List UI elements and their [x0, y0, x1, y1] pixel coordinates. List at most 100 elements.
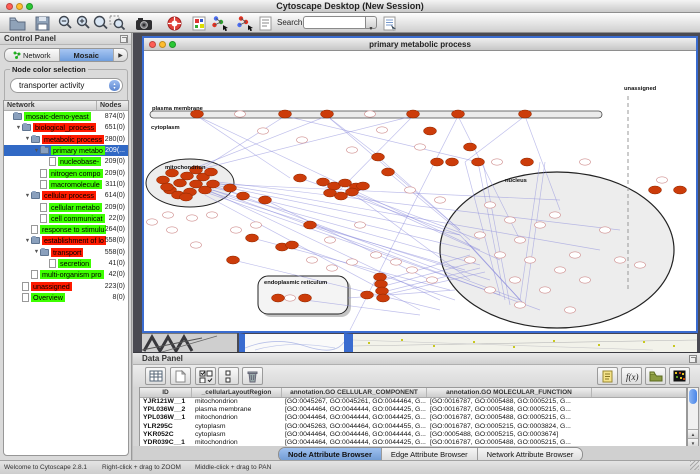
column-header-id[interactable]: ID	[140, 388, 192, 397]
network-node-small[interactable]	[535, 222, 546, 228]
tree-column-network[interactable]: Network	[4, 101, 97, 110]
tree-row[interactable]: nucleobase-209(0)	[4, 156, 128, 167]
table-row[interactable]: YPL036W__1mitochondrion[GO:0044464, GO:0…	[140, 414, 686, 422]
network-node[interactable]	[472, 158, 485, 166]
network-node-small[interactable]	[600, 227, 611, 233]
network-node-small[interactable]	[207, 212, 218, 218]
annotation-icon[interactable]	[257, 14, 273, 32]
network-node[interactable]	[519, 110, 532, 118]
network-node[interactable]	[237, 192, 250, 200]
network-node-small[interactable]	[635, 262, 646, 268]
network-node-small[interactable]	[550, 212, 561, 218]
network-node[interactable]	[279, 110, 292, 118]
network-node-small[interactable]	[377, 127, 388, 133]
network-node[interactable]	[372, 153, 385, 161]
network-node[interactable]	[357, 182, 370, 190]
attribute-matrix-small-button[interactable]	[218, 367, 239, 385]
scroll-up-button[interactable]: ▲	[688, 429, 698, 438]
expand-arrow-icon[interactable]: ▼	[24, 193, 31, 199]
network-node[interactable]	[521, 158, 534, 166]
network-node-small[interactable]	[355, 222, 366, 228]
network-node-small[interactable]	[235, 111, 246, 117]
network-edge[interactable]	[378, 157, 460, 230]
column-header-molecular-function[interactable]: annotation.GO MOLECULAR_FUNCTION	[427, 388, 592, 397]
network-overview-icon[interactable]	[191, 14, 207, 32]
network-node-small[interactable]	[415, 144, 426, 150]
new-attribute-button[interactable]	[170, 367, 191, 385]
heatmap-button[interactable]	[669, 367, 690, 385]
network-node[interactable]	[174, 179, 187, 187]
network-node-small[interactable]	[485, 287, 496, 293]
table-scrollbar[interactable]: ▲ ▼	[687, 387, 699, 448]
table-row[interactable]: YLR295Ccytoplasm[GO:0045263, GO:0044464,…	[140, 423, 686, 431]
network-node-small[interactable]	[580, 277, 591, 283]
network-edge[interactable]	[200, 116, 285, 170]
network-node-small[interactable]	[495, 252, 506, 258]
network-node-small[interactable]	[365, 111, 376, 117]
network-node-small[interactable]	[465, 257, 476, 263]
zoom-selected-button[interactable]	[108, 14, 127, 32]
network-node[interactable]	[304, 221, 317, 229]
network-node[interactable]	[431, 158, 444, 166]
save-button[interactable]	[33, 14, 51, 32]
network-node-small[interactable]	[325, 237, 336, 243]
network-node-small[interactable]	[580, 159, 591, 165]
expand-arrow-icon[interactable]: ▼	[24, 238, 31, 244]
network-node-small[interactable]	[163, 212, 174, 218]
tab-mosaic[interactable]: Mosaic	[60, 49, 115, 61]
network-node-small[interactable]	[525, 257, 536, 263]
network-node-small[interactable]	[347, 147, 358, 153]
network-node[interactable]	[649, 186, 662, 194]
table-row[interactable]: YJR121W__1mitochondrion[GO:0045267, GO:0…	[140, 398, 686, 406]
column-header-region[interactable]: _cellularLayoutRegion	[192, 388, 282, 397]
search-dropdown-button[interactable]	[365, 16, 377, 29]
network-node-small[interactable]	[251, 222, 262, 228]
network-node[interactable]	[321, 110, 334, 118]
attribute-matrix-button[interactable]	[195, 367, 216, 385]
zoom-in-button[interactable]	[74, 14, 92, 32]
network-node-small[interactable]	[297, 137, 308, 143]
expand-arrow-icon[interactable]: ▼	[33, 249, 40, 255]
tree-row[interactable]: ▼biological_process651(0)	[4, 122, 128, 133]
scrollbar-thumb[interactable]	[689, 389, 697, 404]
network-node[interactable]	[346, 188, 359, 196]
data-panel-float-icon[interactable]	[689, 355, 697, 363]
network-node[interactable]	[464, 143, 477, 151]
network-node-small[interactable]	[191, 242, 202, 248]
open-file-button[interactable]	[8, 14, 26, 32]
network-window-titlebar[interactable]: primary metabolic process	[144, 38, 696, 51]
network-node-small[interactable]	[405, 187, 416, 193]
network-node-small[interactable]	[540, 287, 551, 293]
network-edge[interactable]	[195, 116, 327, 168]
network-node-small[interactable]	[187, 215, 198, 221]
network-node-small[interactable]	[510, 277, 521, 283]
table-row[interactable]: YKR052Ccytoplasm[GO:0044464, GO:0044446,…	[140, 431, 686, 439]
network-node-small[interactable]	[515, 302, 526, 308]
tab-overflow-button[interactable]: ▶	[114, 49, 127, 61]
search-input[interactable]	[303, 16, 365, 29]
network-node-small[interactable]	[475, 232, 486, 238]
network-node[interactable]	[407, 110, 420, 118]
background-window-1[interactable]	[142, 333, 237, 352]
network-node[interactable]	[286, 241, 299, 249]
import-table-icon[interactable]	[382, 14, 398, 32]
network-node-small[interactable]	[407, 267, 418, 273]
import-attributes-folder-button[interactable]	[645, 367, 666, 385]
network-node-small[interactable]	[147, 219, 158, 225]
network-node-small[interactable]	[258, 128, 269, 134]
network-node-small[interactable]	[347, 259, 358, 265]
network-node-small[interactable]	[371, 252, 382, 258]
network-node[interactable]	[207, 180, 220, 188]
expand-arrow-icon[interactable]: ▼	[24, 136, 31, 142]
tree-row[interactable]: ▼metabolic process280(0)	[4, 134, 128, 145]
create-view-icon[interactable]	[235, 14, 257, 32]
network-node-small[interactable]	[515, 237, 526, 243]
network-node[interactable]	[161, 183, 174, 191]
select-attributes-button[interactable]	[145, 367, 166, 385]
table-row[interactable]: YPL036W__2plasma membrane[GO:0044464, GO…	[140, 406, 686, 414]
tree-row[interactable]: ▼primary metabo209(...	[4, 145, 128, 156]
tree-row[interactable]: ▼establishment of lo558(0)	[4, 235, 128, 246]
tree-row[interactable]: cellular metabo209(0)	[4, 201, 128, 212]
notes-button[interactable]	[597, 367, 618, 385]
network-node-small[interactable]	[570, 252, 581, 258]
